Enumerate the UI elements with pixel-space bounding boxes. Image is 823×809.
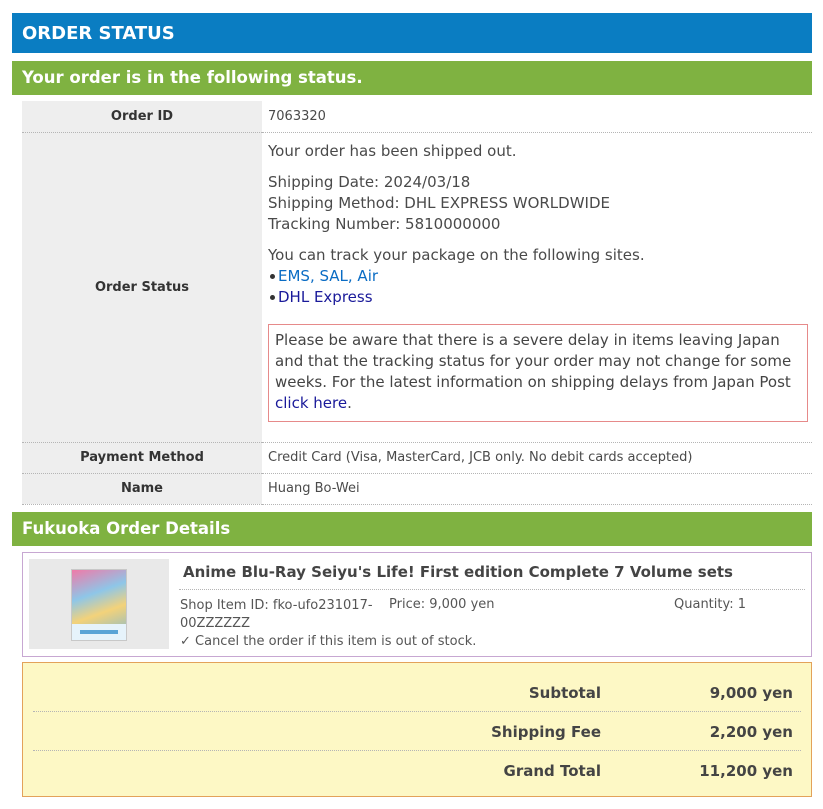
item-title[interactable]: Anime Blu-Ray Seiyu's Life! First editio… [183, 563, 733, 581]
item-price: Price: 9,000 yen [389, 597, 495, 612]
subtotal-label: Subtotal [528, 684, 601, 702]
delay-notice: Please be aware that there is a severe d… [268, 323, 808, 422]
tracking-number: Tracking Number: 5810000000 [268, 214, 501, 233]
order-status-row: Order Status Your order has been shipped… [22, 132, 812, 443]
status-section-heading: Your order is in the following status. [12, 61, 812, 95]
track-intro: You can track your package on the follow… [268, 245, 645, 264]
order-id-value: 7063320 [262, 101, 812, 133]
item-divider [179, 589, 805, 590]
shop-item-id: Shop Item ID: fko-ufo231017-00ZZZZZZ [180, 598, 373, 631]
delay-notice-period: . [347, 393, 352, 412]
grand-total-value: 11,200 yen [699, 762, 793, 780]
order-status-value: Your order has been shipped out. Shippin… [262, 132, 812, 443]
list-item: DHL Express [268, 287, 812, 308]
grand-total-row: Grand Total 11,200 yen [33, 752, 801, 790]
status-text: Your order has been shipped out. [268, 141, 517, 160]
tracking-links-list: EMS, SAL, Air DHL Express [268, 266, 812, 308]
payment-method-row: Payment Method Credit Card (Visa, Master… [22, 442, 812, 474]
order-totals: Subtotal 9,000 yen Shipping Fee 2,200 ye… [22, 662, 812, 797]
order-details-heading: Fukuoka Order Details [12, 512, 812, 546]
item-thumbnail[interactable] [29, 559, 169, 649]
shipping-fee-value: 2,200 yen [709, 723, 793, 741]
shipping-info: Shipping Date: 2024/03/18 Shipping Metho… [268, 172, 812, 235]
name-label: Name [22, 473, 262, 505]
shipping-method: Shipping Method: DHL EXPRESS WORLDWIDE [268, 193, 610, 212]
subtotal-row: Subtotal 9,000 yen [33, 674, 801, 712]
ems-sal-air-link[interactable]: EMS, SAL, Air [278, 267, 378, 285]
payment-method-label: Payment Method [22, 442, 262, 474]
grand-total-label: Grand Total [503, 762, 601, 780]
subtotal-value: 9,000 yen [709, 684, 793, 702]
order-item: Anime Blu-Ray Seiyu's Life! First editio… [22, 552, 812, 657]
order-info-table: Order ID 7063320 Order Status Your order… [22, 101, 812, 505]
item-quantity: Quantity: 1 [674, 597, 747, 612]
order-id-label: Order ID [22, 101, 262, 133]
shipping-date: Shipping Date: 2024/03/18 [268, 172, 471, 191]
name-value: Huang Bo-Wei [262, 473, 812, 505]
click-here-link[interactable]: click here [275, 394, 347, 412]
cancel-if-out-of-stock-note: ✓ Cancel the order if this item is out o… [180, 634, 477, 649]
delay-notice-text: Please be aware that there is a severe d… [275, 330, 792, 391]
shipping-fee-row: Shipping Fee 2,200 yen [33, 713, 801, 751]
product-cover-image [71, 569, 127, 641]
shipping-fee-label: Shipping Fee [491, 723, 601, 741]
order-status-label: Order Status [22, 132, 262, 443]
order-id-row: Order ID 7063320 [22, 101, 812, 133]
dhl-express-link[interactable]: DHL Express [278, 288, 373, 306]
payment-method-value: Credit Card (Visa, MasterCard, JCB only.… [262, 442, 812, 474]
page-title: ORDER STATUS [12, 13, 812, 53]
name-row: Name Huang Bo-Wei [22, 473, 812, 505]
list-item: EMS, SAL, Air [268, 266, 812, 287]
